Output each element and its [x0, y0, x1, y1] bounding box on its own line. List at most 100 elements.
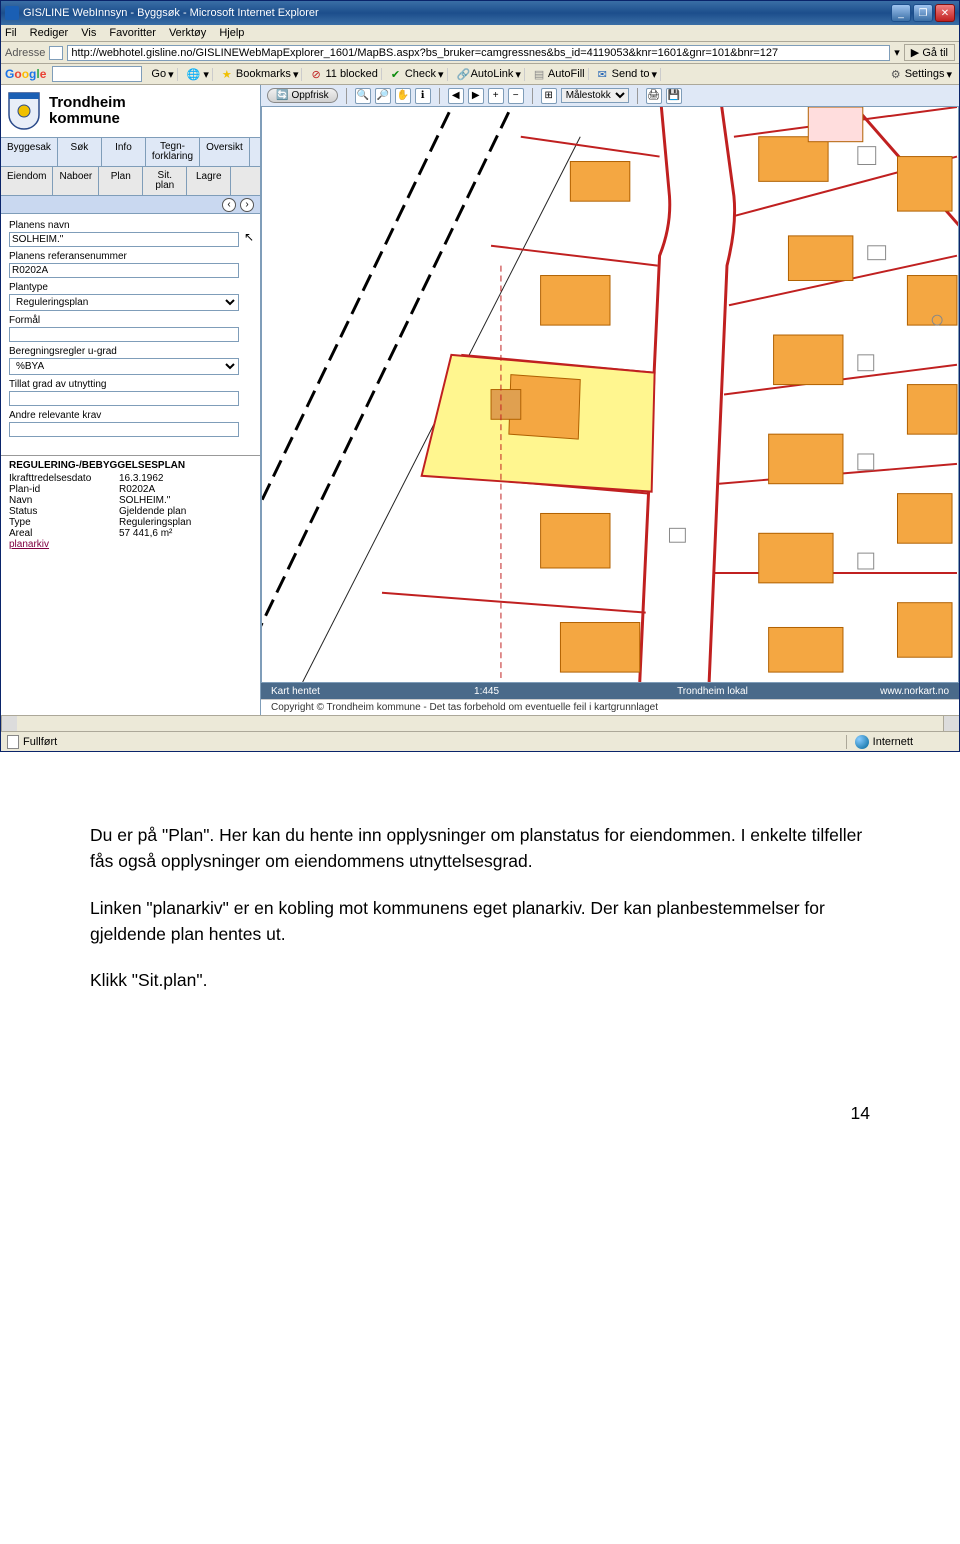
- scroll-left-icon[interactable]: [1, 716, 17, 731]
- map-canvas[interactable]: [261, 107, 959, 683]
- cursor-icon: ↖: [244, 230, 254, 244]
- close-button[interactable]: ✕: [935, 4, 955, 22]
- refnr-label: Planens referansenummer: [9, 251, 252, 262]
- go-button[interactable]: ▶ Gå til: [904, 44, 955, 61]
- menu-hjelp[interactable]: Hjelp: [219, 27, 244, 39]
- zone-text: Internett: [873, 736, 913, 748]
- google-misc-button[interactable]: 🌐 ▾: [184, 68, 213, 81]
- settings-button[interactable]: ⚙Settings ▾: [888, 68, 955, 81]
- bookmarks-button[interactable]: ★Bookmarks ▾: [219, 68, 303, 81]
- planens-navn-label: Planens navn: [9, 220, 252, 231]
- google-toolbar: Google Go ▾ 🌐 ▾ ★Bookmarks ▾ ⊘11 blocked…: [1, 64, 959, 85]
- browser-status-bar: Fullført Internett: [1, 731, 959, 751]
- autolink-button[interactable]: 🔗AutoLink ▾: [454, 68, 525, 81]
- google-go-button[interactable]: Go ▾: [148, 68, 177, 81]
- refnr-input[interactable]: [9, 263, 239, 278]
- map-svg: [262, 107, 958, 682]
- maximize-button[interactable]: ❐: [913, 4, 933, 22]
- tool-pan[interactable]: ✋: [395, 88, 411, 104]
- tool-save[interactable]: 💾: [666, 88, 682, 104]
- tab-row-1: Byggesak Søk Info Tegn-forklaring Oversi…: [1, 138, 260, 167]
- andre-label: Andre relevante krav: [9, 410, 252, 421]
- menu-fil[interactable]: Fil: [5, 27, 17, 39]
- menu-verktoy[interactable]: Verktøy: [169, 27, 206, 39]
- tool-extent[interactable]: ⊞: [541, 88, 557, 104]
- page-icon: [7, 735, 19, 749]
- address-label: Adresse: [5, 47, 45, 59]
- tab-byggesak[interactable]: Byggesak: [1, 138, 58, 166]
- paragraph-2: Linken "planarkiv" er en kobling mot kom…: [90, 895, 870, 948]
- browser-window: GIS/LINE WebInnsyn - Byggsøk - Microsoft…: [0, 0, 960, 752]
- tool-plus[interactable]: +: [488, 88, 504, 104]
- scale-select[interactable]: Målestokk: [561, 88, 629, 103]
- autofill-button[interactable]: ▤AutoFill: [531, 68, 589, 80]
- tillat-label: Tillat grad av utnytting: [9, 379, 252, 390]
- tab-oversikt[interactable]: Oversikt: [200, 138, 250, 166]
- bereg-label: Beregningsregler u-grad: [9, 346, 252, 357]
- tab-sitplan[interactable]: Sit.plan: [143, 167, 187, 195]
- tool-minus[interactable]: −: [508, 88, 524, 104]
- formal-input[interactable]: [9, 327, 239, 342]
- page-number: 14: [0, 1013, 960, 1124]
- tab-lagre[interactable]: Lagre: [187, 167, 231, 195]
- page-icon: [49, 46, 63, 60]
- menu-favoritter[interactable]: Favoritter: [109, 27, 155, 39]
- map-toolbar: 🔄Oppfrisk 🔍 🔎 ✋ ℹ ◀ ▶ + − ⊞ Målestokk 🖨 …: [261, 85, 959, 107]
- tab-info[interactable]: Info: [102, 138, 146, 166]
- url-dropdown-icon[interactable]: ▾: [894, 46, 900, 59]
- sidebar: Trondheim kommune Byggesak Søk Info Tegn…: [1, 85, 261, 715]
- tool-info[interactable]: ℹ: [415, 88, 431, 104]
- minimize-button[interactable]: _: [891, 4, 911, 22]
- address-bar: Adresse ▾ ▶ Gå til: [1, 42, 959, 64]
- window-title: GIS/LINE WebInnsyn - Byggsøk - Microsoft…: [23, 7, 891, 19]
- nav-strip: ‹ ›: [1, 196, 260, 214]
- status-text: Fullført: [23, 736, 57, 748]
- tab-eiendom[interactable]: Eiendom: [1, 167, 53, 195]
- tool-zoom-in[interactable]: 🔍: [355, 88, 371, 104]
- sendto-button[interactable]: ✉Send to ▾: [595, 68, 661, 81]
- planarkiv-link[interactable]: planarkiv: [9, 539, 49, 550]
- tool-back[interactable]: ◀: [448, 88, 464, 104]
- menu-rediger[interactable]: Rediger: [30, 27, 69, 39]
- tillat-input[interactable]: [9, 391, 239, 406]
- nav-back-button[interactable]: ‹: [222, 198, 236, 212]
- paragraph-3: Klikk "Sit.plan".: [90, 967, 870, 993]
- info-header: REGULERING-/BEBYGGELSESPLAN: [9, 460, 252, 471]
- status-right: www.norkart.no: [880, 686, 949, 697]
- url-input[interactable]: [67, 45, 890, 61]
- nav-fwd-button[interactable]: ›: [240, 198, 254, 212]
- plan-info-block: REGULERING-/BEBYGGELSESPLAN Ikrafttredel…: [1, 455, 260, 554]
- title-bar: GIS/LINE WebInnsyn - Byggsøk - Microsoft…: [1, 1, 959, 25]
- crest-icon: [7, 91, 41, 131]
- kommune-name: Trondheim kommune: [49, 95, 126, 128]
- blocked-button[interactable]: ⊘11 blocked: [308, 68, 381, 80]
- app-content: Trondheim kommune Byggesak Søk Info Tegn…: [1, 85, 959, 715]
- ie-icon: [5, 6, 19, 20]
- horizontal-scrollbar[interactable]: [1, 715, 959, 731]
- planens-navn-input[interactable]: [9, 232, 239, 247]
- bereg-select[interactable]: %BYA: [9, 358, 239, 375]
- tab-tegnforklaring[interactable]: Tegn-forklaring: [146, 138, 200, 166]
- oppfrisk-button[interactable]: 🔄Oppfrisk: [267, 88, 338, 103]
- andre-input[interactable]: [9, 422, 239, 437]
- scroll-right-icon[interactable]: [943, 716, 959, 731]
- paragraph-1: Du er på "Plan". Her kan du hente inn op…: [90, 822, 870, 875]
- tool-zoom-out[interactable]: 🔎: [375, 88, 391, 104]
- status-scale: 1:445: [474, 686, 677, 697]
- plantype-label: Plantype: [9, 282, 252, 293]
- tool-print[interactable]: 🖨: [646, 88, 662, 104]
- tab-naboer[interactable]: Naboer: [53, 167, 99, 195]
- check-button[interactable]: ✔Check ▾: [388, 68, 448, 81]
- plantype-select[interactable]: Reguleringsplan: [9, 294, 239, 311]
- tab-plan[interactable]: Plan: [99, 167, 143, 195]
- status-left: Kart hentet: [271, 686, 474, 697]
- tab-sok[interactable]: Søk: [58, 138, 102, 166]
- menu-bar: Fil Rediger Vis Favoritter Verktøy Hjelp: [1, 25, 959, 42]
- tool-fwd[interactable]: ▶: [468, 88, 484, 104]
- menu-vis[interactable]: Vis: [81, 27, 96, 39]
- status-mid: Trondheim lokal: [677, 686, 880, 697]
- copyright: Copyright © Trondheim kommune - Det tas …: [261, 699, 959, 715]
- google-search-input[interactable]: [52, 66, 142, 82]
- form-area: Planens navn ↖ Planens referansenummer P…: [1, 214, 260, 447]
- formal-label: Formål: [9, 315, 252, 326]
